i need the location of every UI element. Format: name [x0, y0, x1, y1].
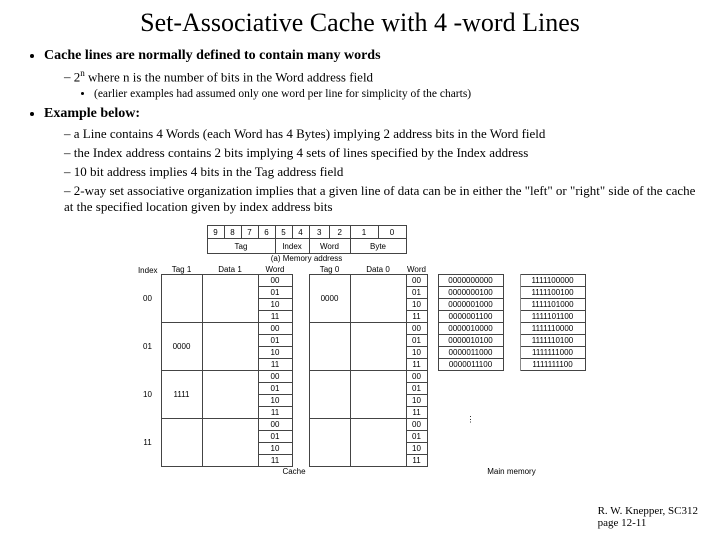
idx-11: 11 — [135, 419, 162, 467]
mem-bot-3: 1111101100 — [520, 311, 585, 323]
w: 00 — [258, 275, 292, 287]
seg-index: Index — [275, 239, 309, 254]
caption-memaddr: (a) Memory address — [207, 254, 406, 264]
data1-01 — [202, 323, 258, 371]
mem-top-7: 0000011100 — [438, 359, 503, 371]
col-data0: Data 0 — [350, 265, 406, 275]
mem-top-1: 0000000100 — [438, 287, 503, 299]
mem-ellipsis: ⋮ — [438, 371, 503, 467]
tag1-00 — [161, 275, 202, 323]
tag1-11 — [161, 419, 202, 467]
seg-tag: Tag — [207, 239, 275, 254]
data0-01 — [350, 323, 406, 371]
tag1-01: 0000 — [161, 323, 202, 371]
tag0-11 — [309, 419, 350, 467]
mem-top-0: 0000000000 — [438, 275, 503, 287]
col-index: Index — [135, 265, 162, 275]
bullet-2-sub-1: a Line contains 4 Words (each Word has 4… — [64, 126, 700, 142]
caption-cache: Cache — [161, 467, 427, 477]
tag0-00: 0000 — [309, 275, 350, 323]
bullet-2: Example below: — [44, 106, 140, 121]
data0-00 — [350, 275, 406, 323]
bit-4: 4 — [292, 226, 309, 239]
col-tag1: Tag 1 — [161, 265, 202, 275]
tag0-01 — [309, 323, 350, 371]
data0-11 — [350, 419, 406, 467]
mem-bot-2: 1111101000 — [520, 299, 585, 311]
col-data1: Data 1 — [202, 265, 258, 275]
bit-9: 9 — [207, 226, 224, 239]
mem-bot-1: 1111100100 — [520, 287, 585, 299]
cache-diagram: 9 8 7 6 5 4 3 2 1 0 Tag Index Word Byte — [20, 225, 700, 476]
mem-bot-5: 1111110100 — [520, 335, 585, 347]
col-word0: Word — [406, 265, 427, 275]
bullet-1: Cache lines are normally defined to cont… — [44, 48, 381, 63]
tag0-10 — [309, 371, 350, 419]
bit-3: 3 — [309, 226, 330, 239]
data0-10 — [350, 371, 406, 419]
footer-page: page 12-11 — [598, 517, 647, 529]
bit-2: 2 — [330, 226, 351, 239]
mem-top-4: 0000010000 — [438, 323, 503, 335]
bullet-2-sub-3: 10 bit address implies 4 bits in the Tag… — [64, 164, 700, 180]
mem-top-3: 0000001100 — [438, 311, 503, 323]
mem-bot-7: 1111111100 — [520, 359, 585, 371]
bullet-1-sub-1-dot: (earlier examples had assumed only one w… — [94, 88, 700, 100]
bit-0: 0 — [378, 226, 406, 239]
bit-5: 5 — [275, 226, 292, 239]
bullet-2-sub-4: 2-way set associative organization impli… — [64, 183, 700, 215]
data1-10 — [202, 371, 258, 419]
bit-1: 1 — [350, 226, 378, 239]
mem-top-6: 0000011000 — [438, 347, 503, 359]
seg-byte: Byte — [350, 239, 406, 254]
mem-top-2: 0000001000 — [438, 299, 503, 311]
bit-7: 7 — [241, 226, 258, 239]
bullet-2-sub-2: the Index address contains 2 bits implyi… — [64, 145, 700, 161]
footer-author: R. W. Knepper, SC312 — [598, 505, 698, 517]
bullet-1-sub-1: 2n where n is the number of bits in the … — [64, 68, 700, 100]
idx-01: 01 — [135, 323, 162, 371]
footer: R. W. Knepper, SC312 page 12-11 — [598, 505, 698, 530]
mem-top-5: 0000010100 — [438, 335, 503, 347]
page-title: Set-Associative Cache with 4 -word Lines — [20, 8, 700, 38]
idx-00: 00 — [135, 275, 162, 323]
tag1-10: 1111 — [161, 371, 202, 419]
idx-10: 10 — [135, 371, 162, 419]
data1-00 — [202, 275, 258, 323]
mem-bot-4: 1111110000 — [520, 323, 585, 335]
mem-bot-0: 1111100000 — [520, 275, 585, 287]
bullet-list: Cache lines are normally defined to cont… — [26, 48, 700, 215]
data1-11 — [202, 419, 258, 467]
bit-6: 6 — [258, 226, 275, 239]
caption-main: Main memory — [438, 467, 585, 477]
bit-8: 8 — [224, 226, 241, 239]
mem-bot-6: 1111111000 — [520, 347, 585, 359]
col-word1: Word — [258, 265, 292, 275]
w: 00 — [406, 275, 427, 287]
col-tag0: Tag 0 — [309, 265, 350, 275]
seg-word: Word — [309, 239, 350, 254]
